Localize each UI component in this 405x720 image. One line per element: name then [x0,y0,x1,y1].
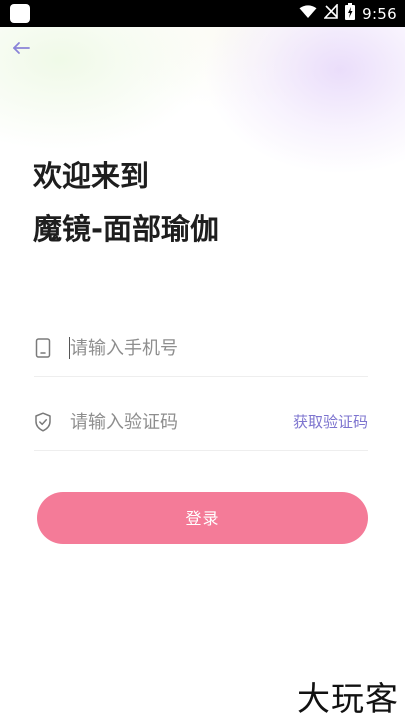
welcome-line-2: 魔镜-面部瑜伽 [33,212,220,246]
phone-field-row [34,320,368,377]
status-icons: 9:56 [299,0,397,27]
battery-icon [345,3,356,24]
welcome-line-1: 欢迎来到 [33,159,150,193]
get-code-button[interactable]: 获取验证码 [293,411,368,432]
watermark-logo: 大玩客 [297,679,399,718]
phone-input[interactable] [70,334,280,362]
shield-icon [34,412,52,432]
login-button[interactable]: 登录 [37,492,368,544]
phone-icon [34,338,52,358]
notification-app-icon [10,4,30,23]
arrow-left-icon[interactable] [10,38,32,58]
code-field-row: 获取验证码 [34,394,368,451]
verification-code-input[interactable] [70,408,280,436]
wifi-icon [299,4,317,23]
status-bar: 9:56 [0,0,405,27]
no-signal-icon [323,2,338,23]
status-time: 9:56 [362,4,397,23]
welcome-heading: 欢迎来到 魔镜-面部瑜伽 [33,150,219,256]
